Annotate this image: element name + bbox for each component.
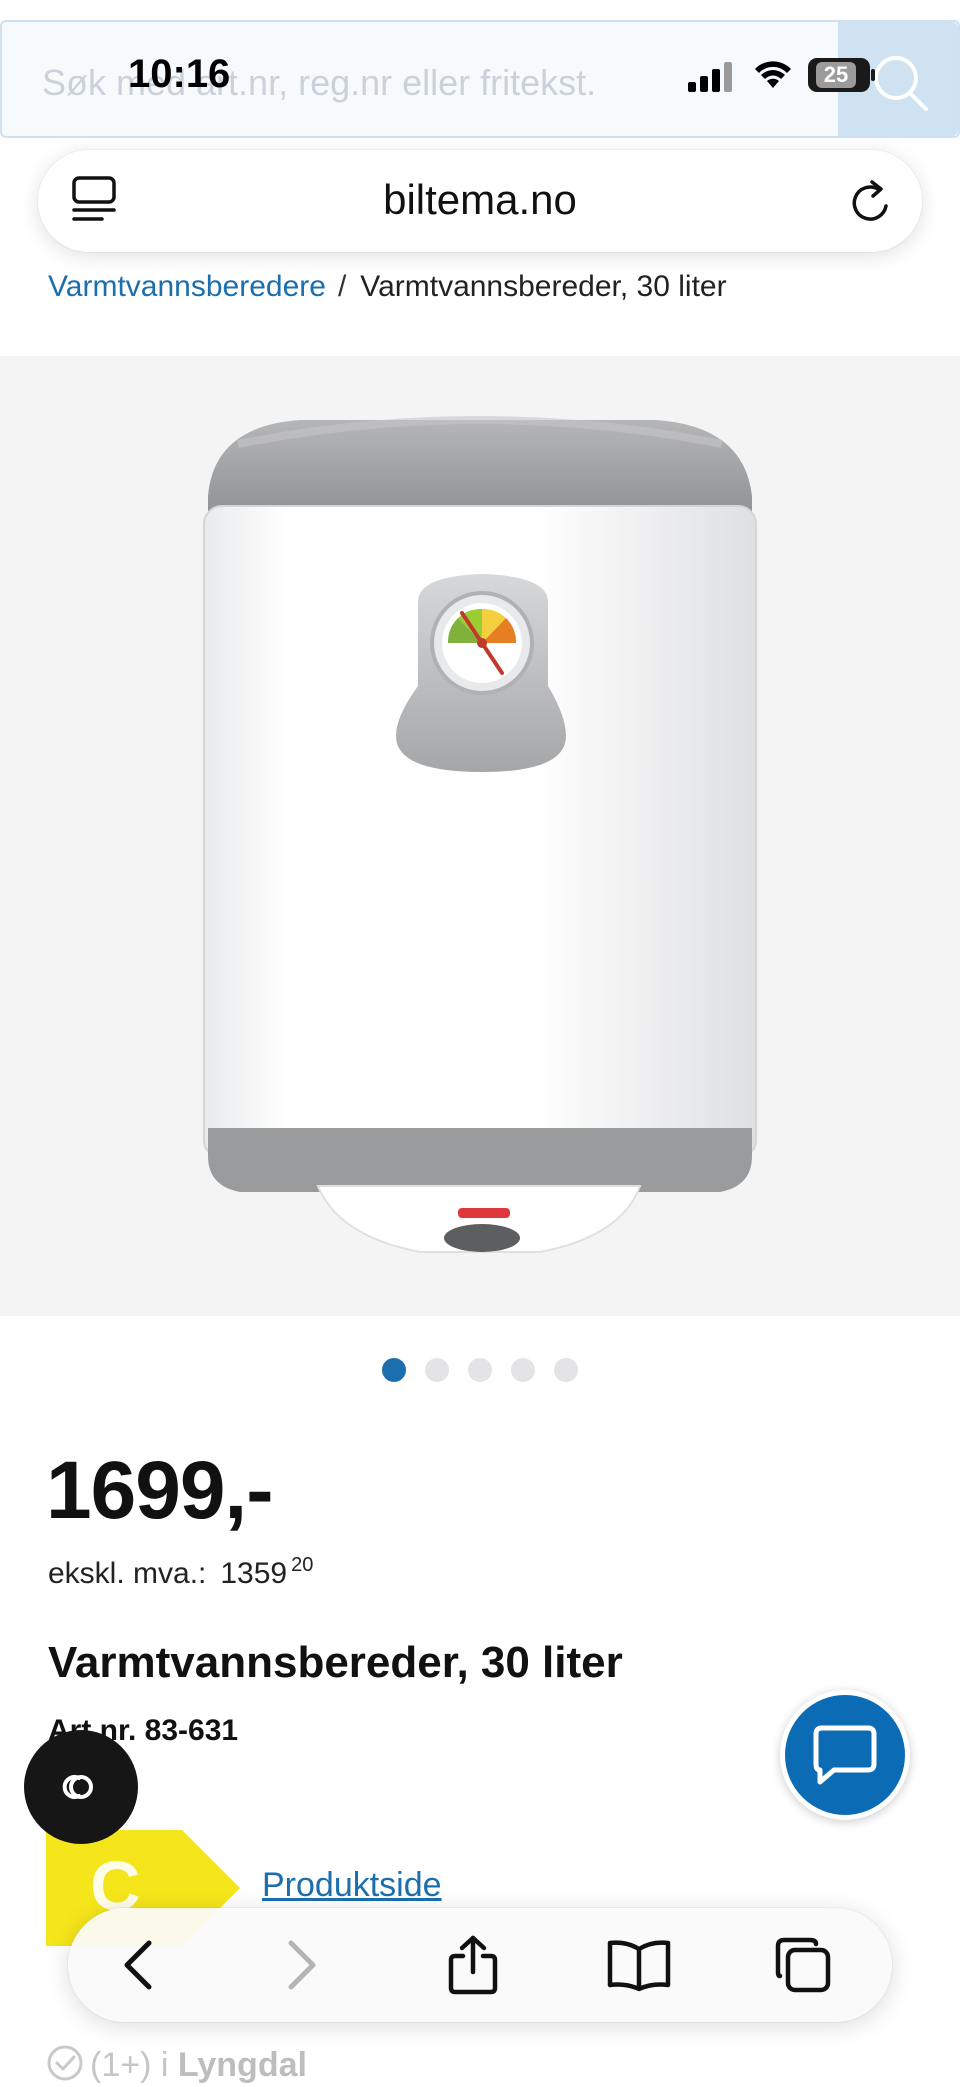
- bookmarks-icon: [607, 1940, 671, 1992]
- forward-icon: [288, 1940, 316, 1990]
- product-sheet-link[interactable]: Produktside: [262, 1866, 442, 1905]
- store-stock-status[interactable]: (1+) i Lyngdal: [46, 2044, 307, 2085]
- breadcrumb-parent-link[interactable]: Varmtvannsberedere: [48, 270, 326, 303]
- carousel-dot-2[interactable]: [425, 1358, 449, 1382]
- back-icon: [124, 1940, 152, 1990]
- tabs-button[interactable]: [770, 1932, 836, 1998]
- co-floating-button[interactable]: [24, 1730, 138, 1844]
- status-bar: 10:16 25: [0, 0, 960, 150]
- tabs-icon: [775, 1937, 831, 1993]
- browser-toolbar: [68, 1908, 892, 2022]
- water-heater-image: [203, 416, 757, 1253]
- carousel-dot-3[interactable]: [468, 1358, 492, 1382]
- clock: 10:16: [128, 52, 231, 96]
- breadcrumb-separator: /: [337, 270, 347, 303]
- bookmarks-button[interactable]: [606, 1932, 672, 1998]
- reload-icon[interactable]: [848, 176, 896, 226]
- carousel-dot-1[interactable]: [382, 1358, 406, 1382]
- excl-vat-decimals: 20: [291, 1554, 314, 1576]
- price-excl-vat: ekskl. mva.: 1359 20: [48, 1554, 313, 1591]
- cellular-signal-icon: [688, 62, 732, 92]
- product-image-carousel[interactable]: [0, 356, 960, 1316]
- carousel-pagination: [382, 1358, 578, 1382]
- breadcrumb: Varmtvannsberedere / Varmtvannsbereder, 30…: [48, 270, 727, 304]
- breadcrumb-current: Varmtvannsbereder, 30 liter: [360, 270, 727, 303]
- share-icon: [448, 1935, 498, 1995]
- wifi-icon: [755, 61, 791, 88]
- check-circle-icon: [47, 2045, 83, 2081]
- carousel-dot-5[interactable]: [554, 1358, 578, 1382]
- chat-button[interactable]: [780, 1690, 910, 1820]
- battery-icon: 25: [808, 58, 875, 92]
- excl-vat-label: ekskl. mva.:: [48, 1557, 207, 1590]
- share-button[interactable]: [440, 1932, 506, 1998]
- chat-icon: [813, 1725, 877, 1785]
- product-title: Varmtvannsbereder, 30 liter: [48, 1638, 623, 1687]
- address-bar[interactable]: biltema.no: [38, 150, 922, 252]
- co-icon: [62, 1775, 94, 1799]
- excl-vat-amount: 1359: [220, 1557, 288, 1590]
- url-domain[interactable]: biltema.no: [38, 176, 922, 224]
- battery-level: 25: [816, 62, 856, 88]
- forward-button[interactable]: [268, 1932, 334, 1998]
- stock-count: (1+) i: [90, 2046, 169, 2084]
- carousel-dot-4[interactable]: [511, 1358, 535, 1382]
- product-price: 1699,-: [46, 1445, 274, 1536]
- back-button[interactable]: [106, 1932, 172, 1998]
- store-name: Lyngdal: [177, 2046, 307, 2084]
